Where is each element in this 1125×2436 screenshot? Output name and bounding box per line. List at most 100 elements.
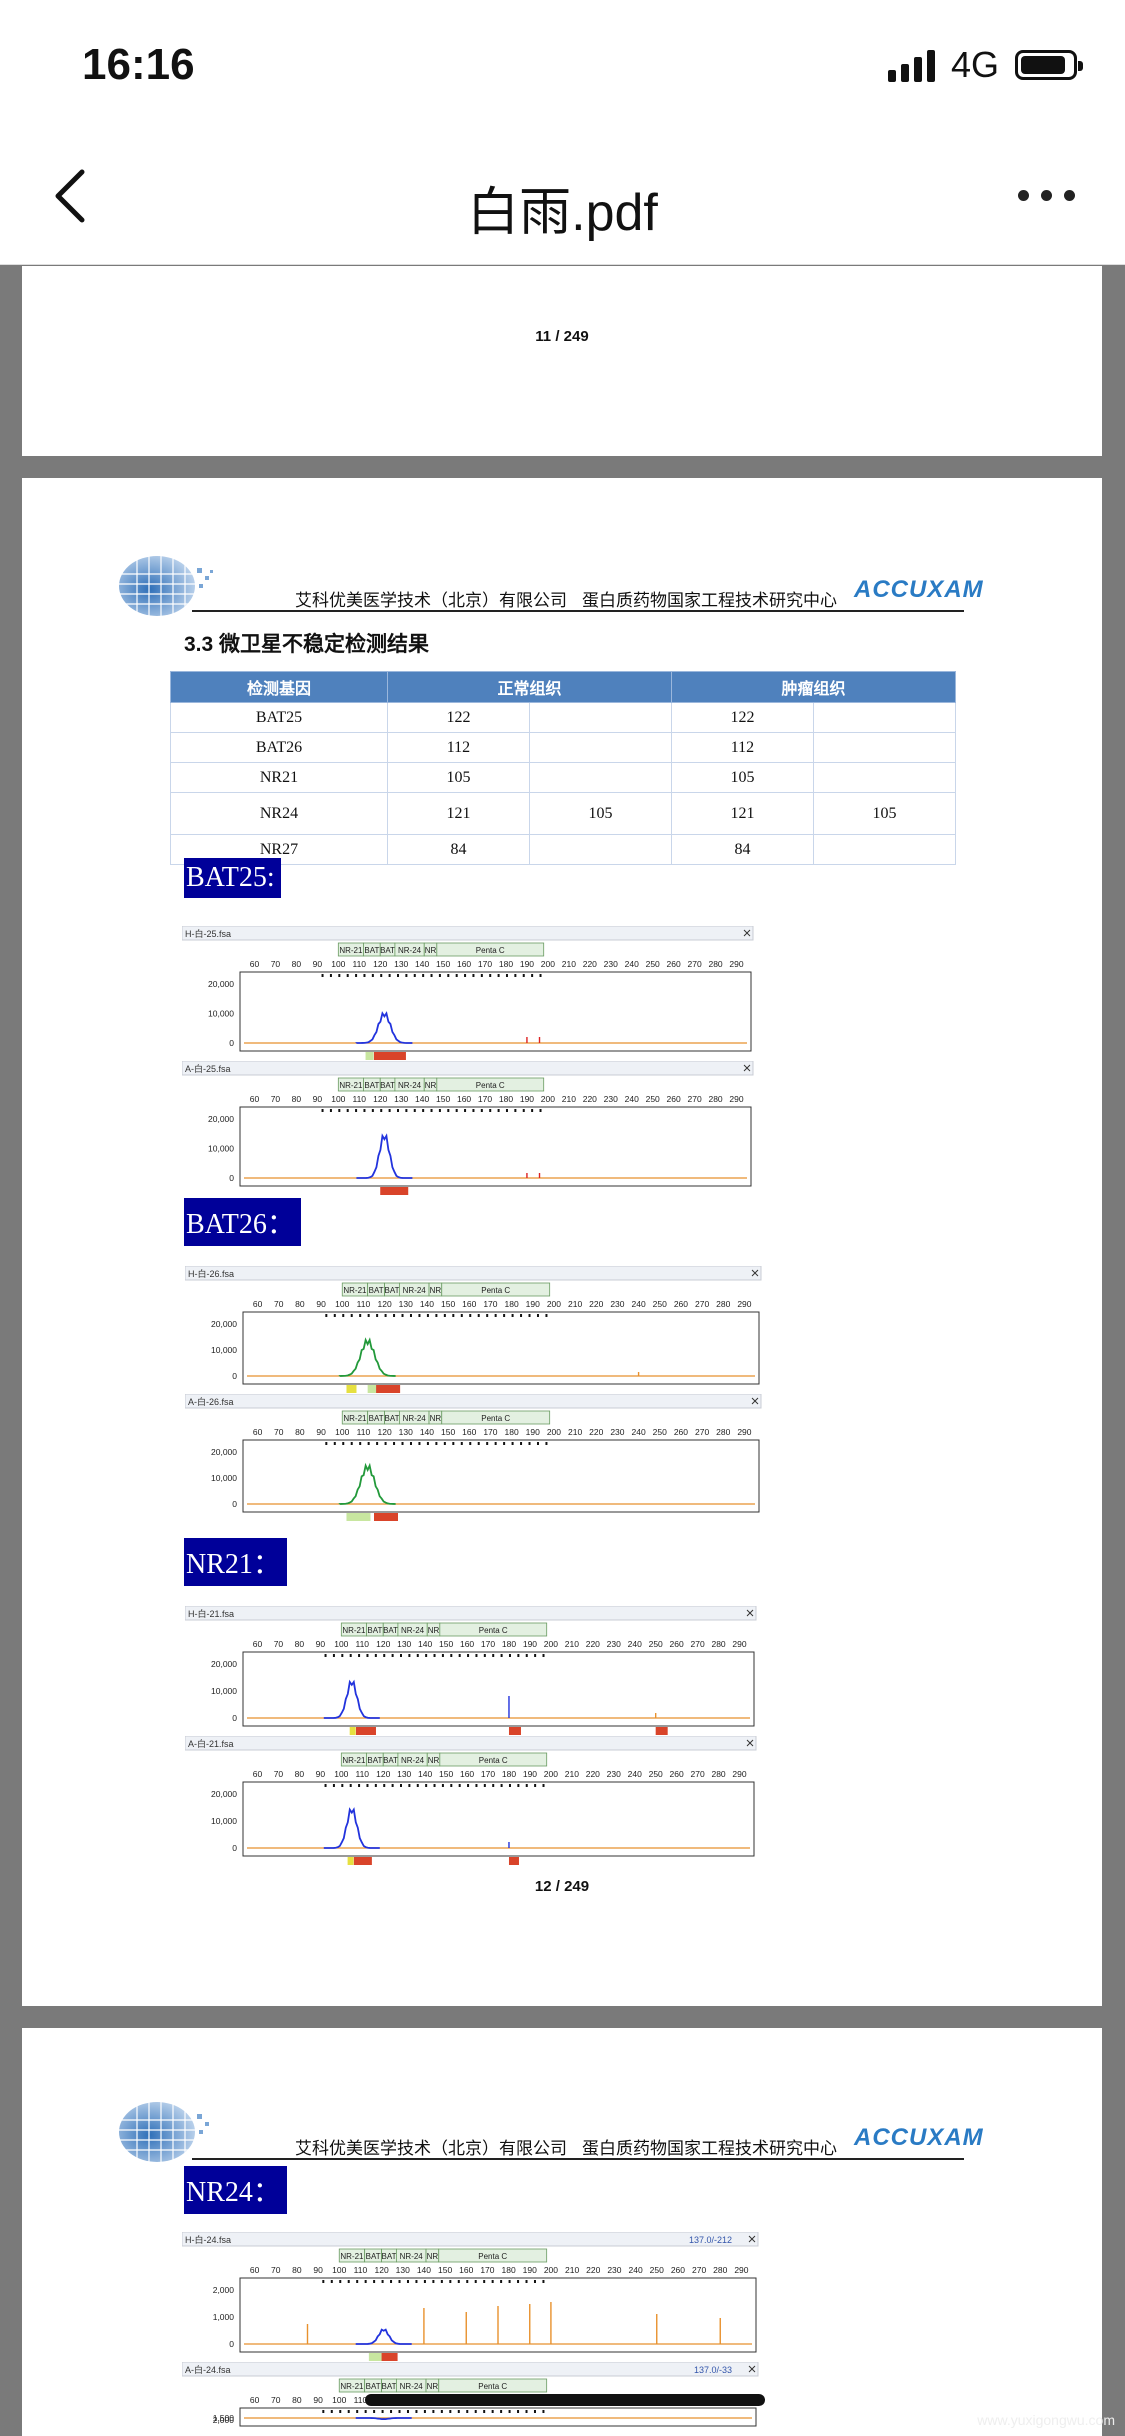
table-cell: 121 <box>670 792 814 835</box>
marker-bin-label: Penta C <box>478 2252 507 2261</box>
x-tick-label: 130 <box>397 1639 411 1649</box>
marker-bin-label: NR-21 <box>340 2382 364 2391</box>
allele-call <box>347 1857 354 1865</box>
plot-frame <box>239 2407 757 2427</box>
trace-filename: A-白-21.fsa <box>188 1738 234 1749</box>
size-standard-marker <box>542 1784 545 1787</box>
size-standard-marker <box>321 974 324 977</box>
x-tick-label: 120 <box>376 1769 390 1779</box>
size-standard-marker <box>438 1109 441 1112</box>
y-tick-label: 10,000 <box>208 1144 234 1154</box>
x-tick-label: 150 <box>441 1427 455 1437</box>
x-tick-label: 80 <box>295 1427 305 1437</box>
home-indicator[interactable] <box>365 2394 765 2406</box>
x-tick-label: 70 <box>271 2395 281 2405</box>
marker-label-bat25: BAT25: <box>184 858 281 898</box>
plot-frame <box>239 1106 752 1187</box>
x-tick-label: 160 <box>460 1769 474 1779</box>
size-standard-marker <box>388 1109 391 1112</box>
size-standard-marker <box>322 2280 325 2283</box>
size-standard-marker <box>477 1314 480 1317</box>
x-tick-label: 160 <box>457 959 471 969</box>
x-tick-label: 280 <box>708 959 722 969</box>
marker-bin-label: BAT <box>369 1414 384 1423</box>
size-standard-marker <box>393 1314 396 1317</box>
plot-frame <box>242 1651 755 1727</box>
size-standard-marker <box>466 2410 469 2413</box>
y-tick-label: 10,000 <box>211 1686 237 1696</box>
size-standard-marker <box>338 974 341 977</box>
x-tick-label: 270 <box>688 959 702 969</box>
marker-bin-label: NR-21 <box>339 1081 363 1090</box>
trace-titlebar <box>182 926 754 941</box>
y-tick-label: 1,000 <box>213 2312 235 2322</box>
allele-call <box>374 1513 398 1521</box>
x-tick-label: 250 <box>650 2265 664 2275</box>
x-tick-label: 200 <box>541 1094 555 1104</box>
size-standard-marker <box>416 1654 419 1657</box>
size-standard-marker <box>447 1109 450 1112</box>
size-standard-marker <box>464 974 467 977</box>
x-tick-label: 190 <box>526 1427 540 1437</box>
marker-bin-label: BAT <box>366 2252 381 2261</box>
marker-bin-label: Penta C <box>478 2382 507 2391</box>
size-standard-marker <box>500 2280 503 2283</box>
size-standard-marker <box>322 2410 325 2413</box>
x-tick-label: 60 <box>253 1769 263 1779</box>
plot-frame <box>242 1781 755 1857</box>
size-standard-marker <box>466 2280 469 2283</box>
x-tick-label: 200 <box>547 1427 561 1437</box>
size-standard-marker <box>321 1109 324 1112</box>
size-standard-marker <box>460 1442 463 1445</box>
x-tick-label: 120 <box>376 1639 390 1649</box>
size-standard-marker <box>441 1654 444 1657</box>
x-tick-label: 100 <box>331 959 345 969</box>
size-standard-marker <box>525 2280 528 2283</box>
table-header: 检测基因 <box>170 671 388 703</box>
size-standard-marker <box>491 2410 494 2413</box>
size-standard-marker <box>438 974 441 977</box>
x-tick-label: 220 <box>583 1094 597 1104</box>
size-standard-marker <box>475 1784 478 1787</box>
size-standard-marker <box>406 2280 409 2283</box>
x-tick-label: 210 <box>565 2265 579 2275</box>
table-cell: 84 <box>670 834 814 865</box>
x-tick-label: 160 <box>460 1639 474 1649</box>
x-tick-label: 180 <box>502 1769 516 1779</box>
marker-bin-label: BAT <box>364 946 379 955</box>
marker-bin-label: NR <box>430 1286 442 1295</box>
marker-bin-label: BAT <box>380 1081 395 1090</box>
x-tick-label: 240 <box>628 2265 642 2275</box>
size-standard-marker <box>497 1109 500 1112</box>
size-standard-marker <box>432 2280 435 2283</box>
size-standard-marker <box>349 1654 352 1657</box>
x-tick-label: 150 <box>439 1769 453 1779</box>
x-tick-label: 260 <box>667 1094 681 1104</box>
y-tick-label: 10,000 <box>211 1816 237 1826</box>
size-standard-marker <box>346 974 349 977</box>
size-standard-marker <box>457 2410 460 2413</box>
trace-filename: H-白-21.fsa <box>188 1608 234 1619</box>
x-tick-label: 190 <box>523 1769 537 1779</box>
size-standard-marker <box>441 1784 444 1787</box>
size-standard-marker <box>359 1442 362 1445</box>
x-tick-label: 200 <box>541 959 555 969</box>
x-tick-label: 200 <box>544 1639 558 1649</box>
x-tick-label: 190 <box>520 959 534 969</box>
size-standard-marker <box>503 1314 506 1317</box>
x-tick-label: 80 <box>295 1299 305 1309</box>
x-tick-label: 120 <box>377 1299 391 1309</box>
marker-bin-label: NR <box>427 2252 439 2261</box>
marker-bin-label: NR <box>428 1626 440 1635</box>
size-standard-marker <box>349 1784 352 1787</box>
trace-titlebar <box>185 1266 762 1281</box>
size-standard-marker <box>374 1654 377 1657</box>
size-standard-marker <box>383 1784 386 1787</box>
more-horizontal-icon[interactable] <box>1018 190 1075 201</box>
x-tick-label: 220 <box>589 1299 603 1309</box>
size-standard-marker <box>430 974 433 977</box>
size-standard-marker <box>418 1314 421 1317</box>
x-tick-label: 60 <box>253 1639 263 1649</box>
size-standard-marker <box>364 2410 367 2413</box>
x-tick-label: 170 <box>478 959 492 969</box>
